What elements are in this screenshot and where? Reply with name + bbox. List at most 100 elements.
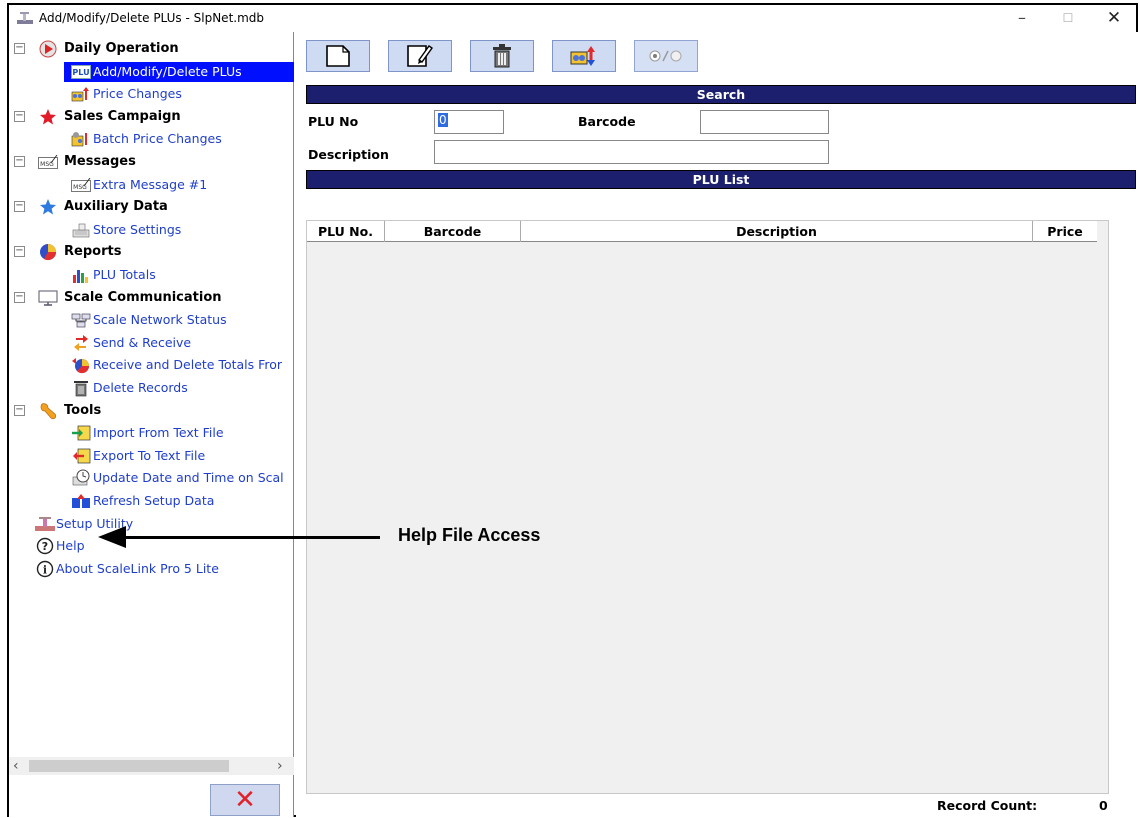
tree-item-scale-network-status[interactable]: Scale Network Status [9,310,294,330]
collapse-toggle-icon[interactable]: − [14,201,25,213]
tree-item-update-date-and-time-on-scal[interactable]: Update Date and Time on Scal [9,468,294,488]
tree-item-extra-message-1[interactable]: MSG Extra Message #1 [9,175,294,195]
plu-list-grid[interactable]: PLU No. Barcode Description Price [306,220,1109,794]
tree-label: Refresh Setup Data [93,493,215,508]
tree-label: Scale Network Status [93,312,227,328]
column-plu-no[interactable]: PLU No. [307,221,385,242]
description-label: Description [308,147,389,162]
tree-item-batch-price-changes[interactable]: Batch Price Changes [9,129,294,149]
plu-no-label: PLU No [308,114,359,129]
play-circle-icon [38,40,58,58]
search-header: Search [306,85,1136,104]
tree-item-setup-utility[interactable]: Setup Utility [9,514,294,534]
svg-text:PLU: PLU [72,68,89,77]
tree-category-scale-communication[interactable]: − Scale Communication [9,288,294,308]
radio-toggle-icon [649,50,682,62]
collapse-toggle-icon[interactable]: − [14,291,25,303]
tree-horizontal-scrollbar[interactable]: ‹ › [9,757,294,775]
tree-item-store-settings[interactable]: Store Settings [9,220,294,240]
scroll-left-icon[interactable]: ‹ [13,757,19,775]
collapse-toggle-icon[interactable]: − [14,43,25,54]
tree-label: Store Settings [93,221,182,237]
tree-label: PLU Totals [93,267,156,282]
toggle-option-button[interactable] [634,40,698,72]
new-document-icon [326,45,350,67]
price-change-icon [570,46,595,66]
store-settings-icon [71,221,91,239]
delete-plu-button[interactable] [470,40,534,72]
tree-label: Extra Message #1 [93,176,208,192]
column-barcode[interactable]: Barcode [385,221,521,242]
tree-label: About ScaleLink Pro 5 Lite [56,560,219,576]
tree-category-auxiliary-data[interactable]: − Auxiliary Data [9,197,294,217]
close-button[interactable]: ✕ [1092,7,1136,29]
tree-item-delete-records[interactable]: Delete Records [9,378,294,398]
tree-label: Import From Text File [93,425,224,441]
tree-item-import-from-text-file[interactable]: Import From Text File [9,423,294,443]
tree-item-receive-and-delete-totals-fror[interactable]: Receive and Delete Totals Fror [9,355,294,375]
export-icon [71,447,91,465]
minimize-button[interactable]: – [1000,7,1044,29]
trash-icon [71,379,91,397]
description-input[interactable] [434,140,829,164]
app-scale-icon [17,12,33,24]
star-red-icon [38,108,58,126]
tree-label: Sales Campaign [64,108,181,124]
price-change-button[interactable] [552,40,616,72]
tree-category-daily-operation[interactable]: − Daily Operation [9,39,294,59]
tree-item-add-modify-delete-plus[interactable]: PLU Add/Modify/Delete PLUs [64,61,294,82]
info-icon: i [35,560,55,578]
tree-item-price-changes[interactable]: Price Changes [9,84,294,104]
plu-list-header: PLU List [306,170,1136,189]
tree-label: Send & Receive [93,334,192,350]
title-bar: Add/Modify/Delete PLUs - SlpNet.mdb – ☐ … [9,5,1136,32]
scroll-thumb[interactable] [29,760,229,772]
help-icon: ? [35,537,55,555]
tree-item-export-to-text-file[interactable]: Export To Text File [9,446,294,466]
tree-label: Delete Records [93,380,188,395]
tree-item-refresh-setup-data[interactable]: Refresh Setup Data [9,491,294,511]
plu-no-input[interactable]: 0 [434,110,504,134]
tree-label: Update Date and Time on Scal [93,470,284,486]
tree-label: Price Changes [93,86,182,102]
window-title: Add/Modify/Delete PLUs - SlpNet.mdb [39,11,265,25]
record-count-label: Record Count: [937,798,1038,813]
tree-label: Daily Operation [64,41,179,56]
send-receive-icon [71,334,91,352]
tree-item-help[interactable]: ? Help [9,536,294,556]
scroll-right-icon[interactable]: › [277,757,283,775]
record-count-value: 0 [1099,798,1108,813]
tree-label: Auxiliary Data [64,199,168,215]
tree-category-tools[interactable]: − Tools [9,401,294,421]
network-icon [71,311,91,329]
collapse-toggle-icon[interactable]: − [14,110,25,122]
clock-icon [71,469,91,487]
collapse-toggle-icon[interactable]: − [14,404,25,416]
edit-plu-button[interactable] [388,40,452,72]
pie-receive-icon [71,356,91,374]
tree-category-sales-campaign[interactable]: − Sales Campaign [9,107,294,127]
collapse-toggle-icon[interactable]: − [14,246,25,258]
tree-label: Tools [64,402,102,418]
tree-category-messages[interactable]: − MSG Messages [9,152,294,172]
maximize-button[interactable]: ☐ [1046,7,1090,29]
tree-label: Reports [64,244,122,260]
column-price[interactable]: Price [1033,221,1097,242]
tree-item-plu-totals[interactable]: PLU Totals [9,265,294,285]
exit-button[interactable]: ✕ [210,784,280,816]
red-x-icon: ✕ [234,785,256,815]
new-plu-button[interactable] [306,40,370,72]
tree-label: Batch Price Changes [93,131,222,147]
barcode-input[interactable] [700,110,829,134]
edit-document-icon [407,45,433,67]
tree-category-reports[interactable]: − Reports [9,242,294,262]
wrench-icon [38,402,58,420]
collapse-toggle-icon[interactable]: − [14,156,25,167]
tree-item-send-receive[interactable]: Send & Receive [9,333,294,353]
tree-item-about-scalelink-pro-5-lite[interactable]: i About ScaleLink Pro 5 Lite [9,559,294,579]
tree-label: Export To Text File [93,447,206,463]
annotation-label: Help File Access [398,525,541,545]
price-change-icon [71,85,91,103]
column-description[interactable]: Description [521,221,1033,242]
tree-label: Messages [64,154,136,169]
